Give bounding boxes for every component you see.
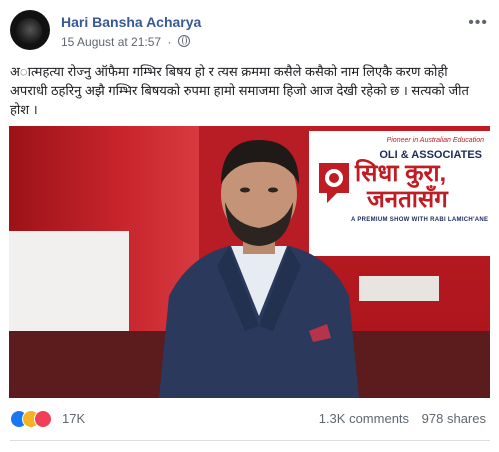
screen-tagline: Pioneer in Australian Education (386, 137, 484, 144)
presenter-figure (159, 140, 359, 398)
post-header: Hari Bansha Acharya 15 August at 21:57 ·… (10, 10, 490, 54)
love-icon (34, 410, 52, 428)
post-footer: 17K 1.3K comments 978 shares (0, 398, 499, 438)
post-image[interactable]: Pioneer in Australian Education OLI & AS… (9, 126, 490, 398)
footer-divider (10, 440, 490, 441)
reaction-count[interactable]: 17K (62, 411, 85, 426)
shares-count[interactable]: 978 shares (422, 411, 486, 426)
author-name[interactable]: Hari Bansha Acharya (61, 14, 201, 30)
more-options-icon[interactable]: ••• (468, 14, 488, 32)
comments-count[interactable]: 1.3K comments (319, 411, 409, 426)
globe-icon[interactable] (177, 35, 190, 47)
post-stats: 1.3K comments 978 shares (319, 411, 486, 426)
post-meta: 15 August at 21:57 · (61, 35, 190, 49)
post-timestamp[interactable]: 15 August at 21:57 (61, 35, 161, 49)
show-title-line1: सिधा कुरा, (355, 160, 447, 187)
show-subtitle: A PREMIUM SHOW WITH RABI LAMICH'ANE (351, 217, 489, 223)
avatar[interactable] (10, 10, 50, 50)
post-text: अात्महत्या रोज्नु ऑफैमा गम्भिर बिषय हो र… (10, 64, 469, 117)
post-card: Hari Bansha Acharya 15 August at 21:57 ·… (0, 0, 499, 452)
show-title-line2: जनतासँग (367, 186, 448, 213)
